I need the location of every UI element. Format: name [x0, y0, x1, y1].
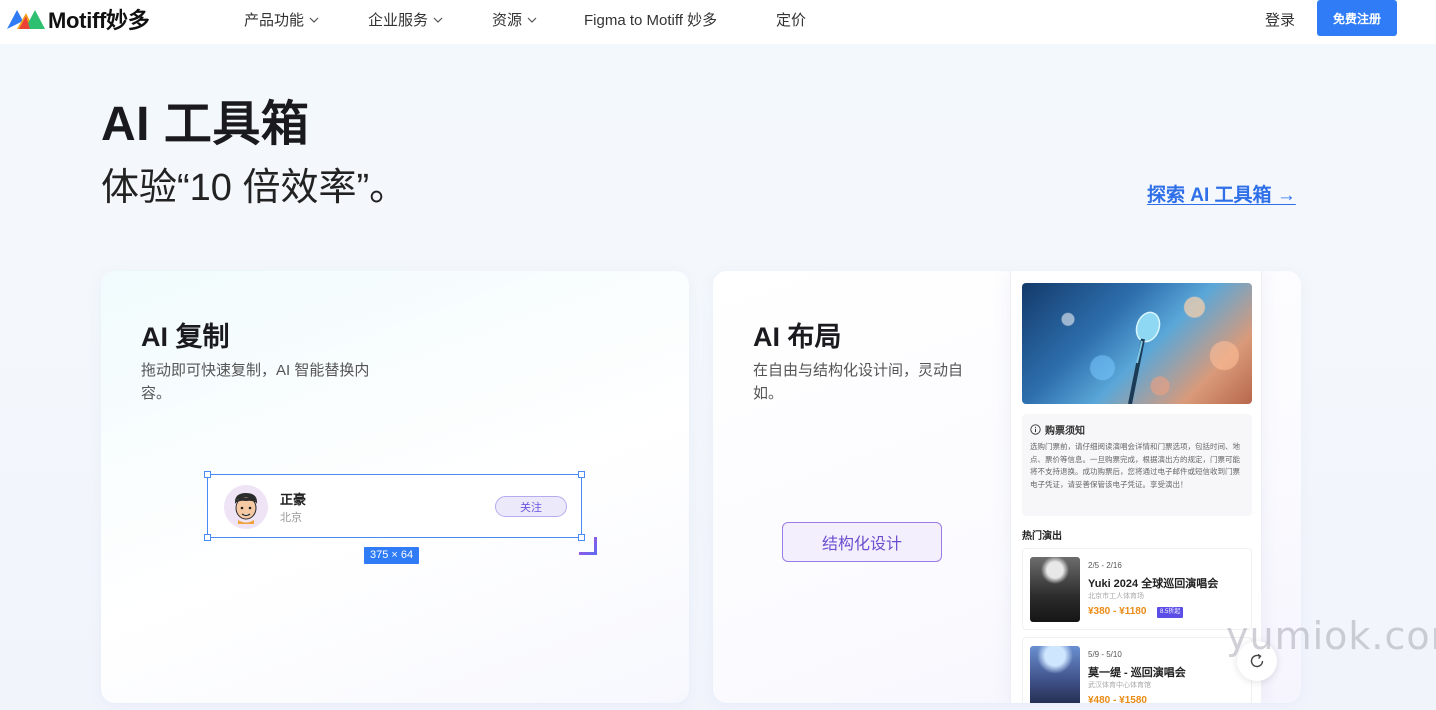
nav-enterprise[interactable]: 企业服务: [368, 9, 443, 30]
event-price: ¥380 - ¥1180: [1088, 606, 1147, 617]
event-price: ¥480 - ¥1580: [1088, 695, 1147, 703]
nav-pricing[interactable]: 定价: [776, 9, 806, 30]
card-title: AI 复制: [141, 322, 230, 352]
resize-handle[interactable]: [578, 471, 585, 478]
page-title: AI 工具箱: [101, 98, 310, 151]
user-name: 正豪: [280, 492, 307, 507]
nav-label: 产品功能: [244, 12, 305, 29]
event-venue: 北京市工人体育场: [1088, 593, 1144, 600]
resize-handle[interactable]: [204, 471, 211, 478]
explore-ai-toolbox-link[interactable]: 探索 AI 工具箱 →: [1147, 180, 1296, 207]
nav-label: 企业服务: [368, 12, 429, 29]
card-description: 在自由与结构化设计间，灵动自如。: [753, 362, 964, 402]
top-navbar: Motiff妙多 产品功能 企业服务 资源 Figma to Motiff 妙多…: [0, 0, 1436, 44]
event-card[interactable]: 5/9 - 5/10 莫一缇 - 巡回演唱会 武汉体育中心体育馆 ¥480 - …: [1022, 637, 1252, 703]
event-name: Yuki 2024 全球巡回演唱会: [1088, 578, 1219, 590]
info-icon: [1030, 424, 1041, 435]
event-venue: 武汉体育中心体育馆: [1088, 682, 1151, 689]
follow-button[interactable]: 关注: [495, 496, 567, 517]
selected-user-row[interactable]: 正豪 北京 关注: [204, 471, 585, 541]
watermark-text: yumiok.com: [1226, 614, 1436, 658]
event-image: [1030, 557, 1080, 622]
page-subtitle: 体验“10 倍效率”。: [101, 167, 408, 209]
nav-figma-to-motiff[interactable]: Figma to Motiff 妙多: [584, 9, 717, 30]
chevron-down-icon: [527, 17, 537, 23]
ai-layout-card: AI 布局 在自由与结构化设计间，灵动自如。 结构化设计 购票须知 选购门票前，…: [713, 271, 1301, 703]
nav-label: 资源: [492, 12, 523, 29]
nav-label: Figma to Motiff 妙多: [584, 12, 718, 29]
event-date: 5/9 - 5/10: [1088, 650, 1122, 659]
event-name: 莫一缇 - 巡回演唱会: [1088, 667, 1186, 679]
dimension-label: 375 × 64: [364, 547, 420, 564]
card-title: AI 布局: [753, 322, 842, 352]
ai-copy-card: AI 复制 拖动即可快速复制，AI 智能替换内容。 正豪 北京 关注 375 ×…: [101, 271, 689, 703]
event-date: 2/5 - 2/16: [1088, 561, 1122, 570]
nav-products[interactable]: 产品功能: [244, 9, 319, 30]
motiff-logo-icon: [7, 10, 45, 29]
avatar-face-icon: [234, 493, 258, 524]
signup-button[interactable]: 免费注册: [1317, 0, 1397, 36]
avatar: [224, 485, 268, 529]
microphone-icon: [1128, 311, 1161, 404]
hot-shows-title: 热门演出: [1022, 531, 1062, 542]
brand-logo[interactable]: Motiff妙多: [6, 6, 150, 33]
brand-name: Motiff妙多: [48, 8, 150, 33]
notice-title-row: 购票须知: [1030, 422, 1244, 437]
resize-handle[interactable]: [204, 534, 211, 541]
event-image: [1030, 646, 1080, 703]
chevron-down-icon: [433, 17, 443, 23]
duplicate-drag-corner-icon[interactable]: [575, 533, 601, 559]
structured-design-button[interactable]: 结构化设计: [782, 522, 942, 562]
nav-label: 定价: [776, 12, 807, 29]
discount-badge: 8.5折起: [1157, 607, 1184, 618]
ticket-notice: 购票须知 选购门票前，请仔细阅读演唱会详情和门票选项，包括时间、地点、票价等信息…: [1022, 414, 1252, 516]
login-link[interactable]: 登录: [1265, 9, 1295, 30]
nav-resources[interactable]: 资源: [492, 9, 537, 30]
chevron-down-icon: [309, 17, 319, 23]
notice-body: 选购门票前，请仔细阅读演唱会详情和门票选项，包括时间、地点、票价等信息。一旦购票…: [1030, 442, 1240, 489]
concert-microphone-image: [1022, 283, 1252, 404]
notice-title: 购票须知: [1045, 426, 1085, 437]
card-description: 拖动即可快速复制，AI 智能替换内容。: [141, 362, 370, 402]
user-city: 北京: [280, 512, 302, 524]
event-card[interactable]: 2/5 - 2/16 Yuki 2024 全球巡回演唱会 北京市工人体育场 ¥3…: [1022, 548, 1252, 630]
mobile-preview: 购票须知 选购门票前，请仔细阅读演唱会详情和门票选项，包括时间、地点、票价等信息…: [1010, 271, 1262, 703]
